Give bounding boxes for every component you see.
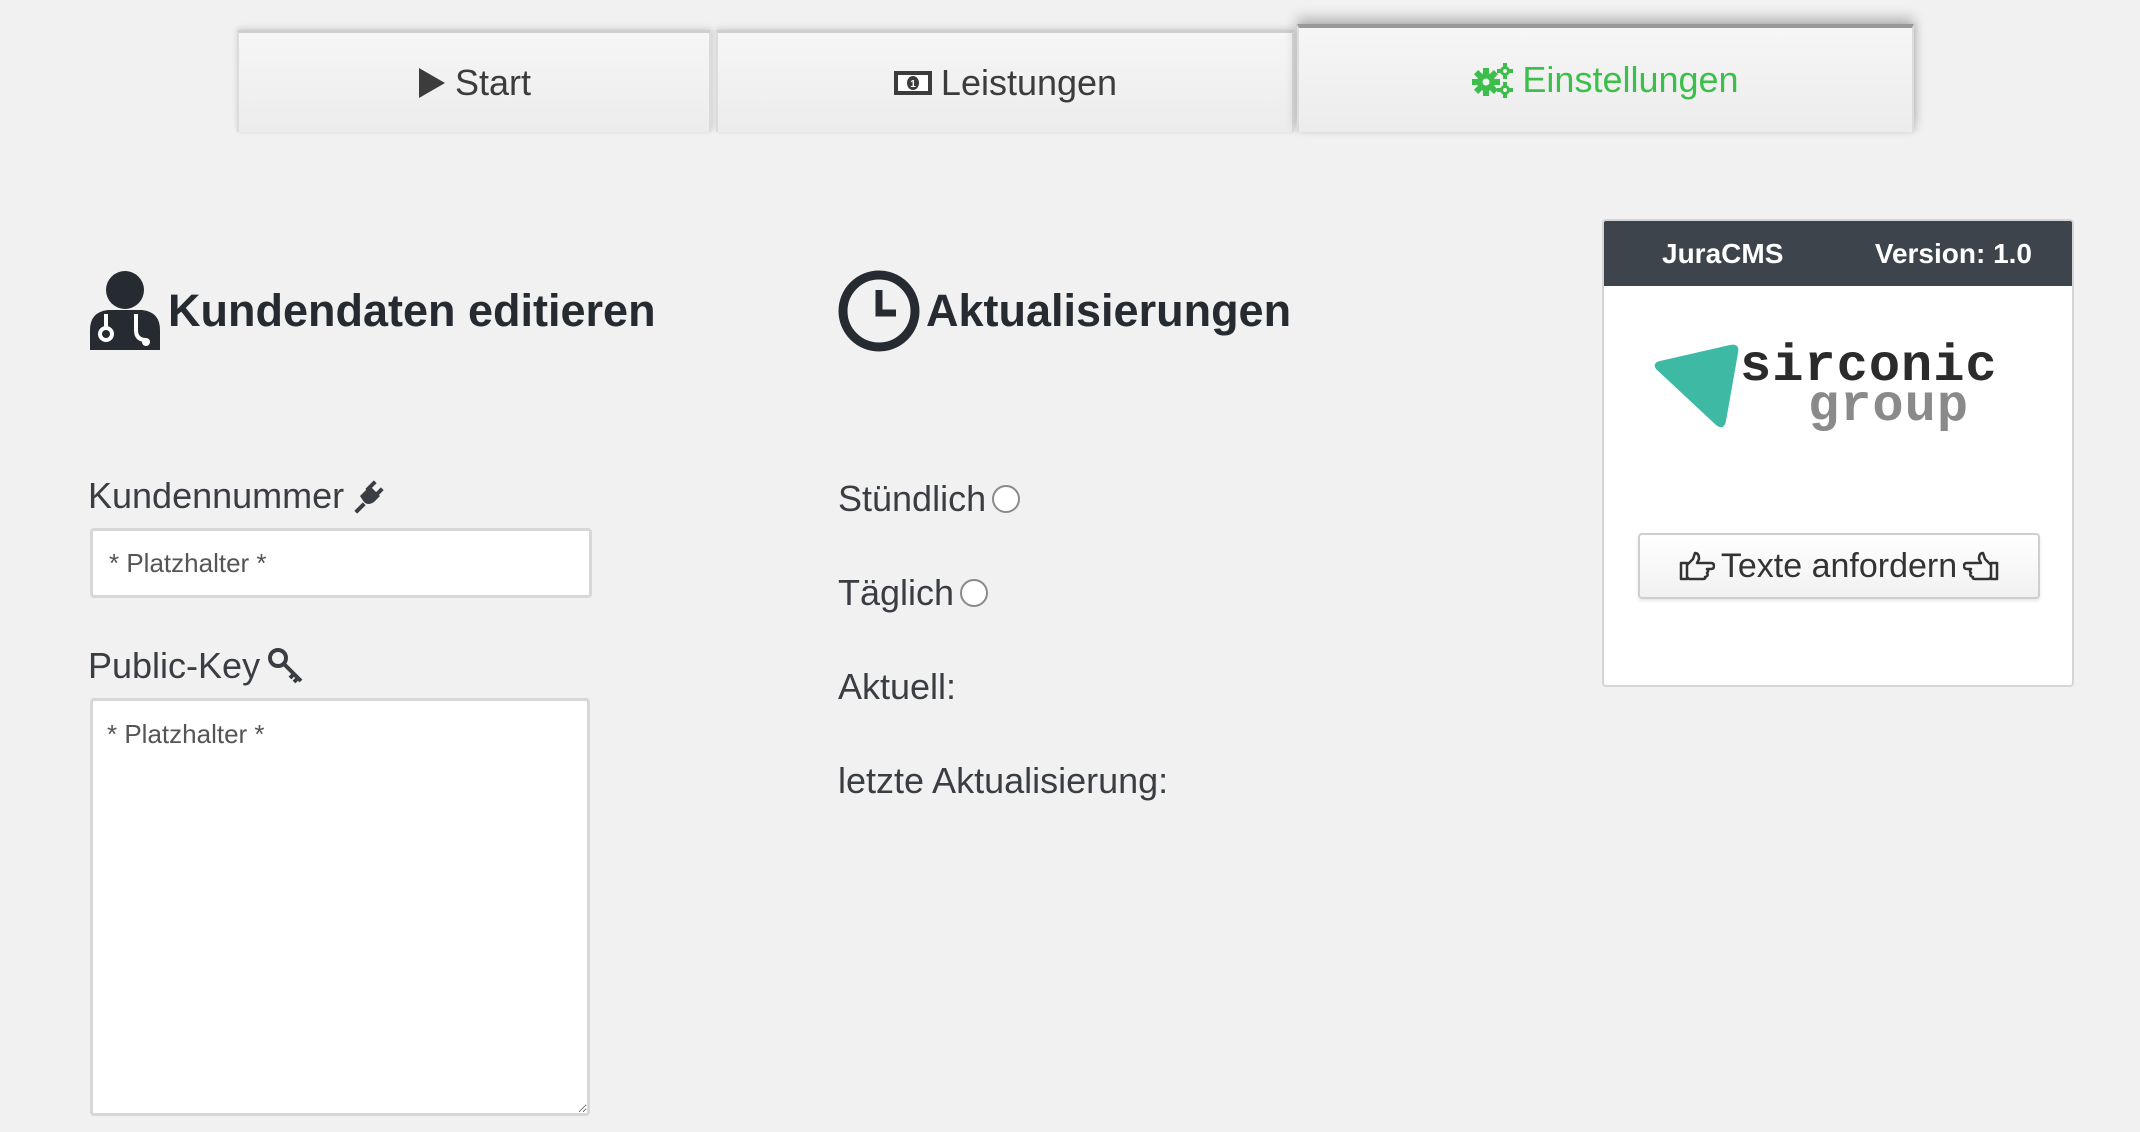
tab-label: Start bbox=[454, 61, 532, 103]
app-name: JuraCMS bbox=[1662, 237, 1784, 269]
panel-header: JuraCMS Version: 1.0 bbox=[1604, 221, 2072, 286]
option-taeglich: Täglich bbox=[838, 572, 989, 614]
user-doctor-icon bbox=[90, 271, 160, 350]
gears-icon bbox=[1472, 63, 1514, 98]
kundennummer-label: Kundennummer bbox=[88, 475, 388, 517]
play-icon bbox=[418, 67, 445, 98]
tab-leistungen[interactable]: 1 Leistungen bbox=[716, 30, 1294, 132]
kundennummer-input[interactable] bbox=[90, 528, 592, 598]
tab-start[interactable]: Start bbox=[237, 30, 711, 132]
letzte-aktualisierung-label: letzte Aktualisierung: bbox=[838, 760, 1169, 801]
money-icon: 1 bbox=[893, 70, 932, 95]
texte-anfordern-button[interactable]: Texte anfordern bbox=[1638, 533, 2040, 599]
kundendaten-title: Kundendaten editieren bbox=[168, 285, 656, 336]
aktualisierungen-heading: Aktualisierungen bbox=[838, 270, 1291, 352]
version-label: Version: 1.0 bbox=[1874, 237, 2032, 269]
kundennummer-label-text: Kundennummer bbox=[88, 475, 345, 516]
hand-point-right-icon bbox=[1679, 551, 1715, 581]
info-panel: JuraCMS Version: 1.0 sirconic group Text… bbox=[1602, 219, 2074, 687]
taeglich-radio[interactable] bbox=[960, 579, 989, 607]
publickey-textarea[interactable] bbox=[90, 698, 590, 1116]
stuendlich-label: Stündlich bbox=[838, 478, 987, 519]
stuendlich-radio[interactable] bbox=[992, 485, 1021, 513]
taeglich-label: Täglich bbox=[838, 572, 955, 613]
logo-word-group: group bbox=[1808, 377, 1970, 436]
logo-triangle-icon bbox=[1654, 344, 1739, 428]
tab-label: Einstellungen bbox=[1522, 59, 1739, 100]
publickey-label: Public-Key bbox=[88, 645, 304, 687]
tab-einstellungen[interactable]: Einstellungen bbox=[1297, 24, 1914, 132]
svg-text:1: 1 bbox=[910, 79, 916, 90]
aktuell-label: Aktuell: bbox=[838, 666, 957, 707]
publickey-label-text: Public-Key bbox=[88, 645, 261, 686]
key-icon bbox=[268, 648, 303, 684]
hand-point-left-icon bbox=[1963, 551, 1999, 581]
kundendaten-heading: Kundendaten editieren bbox=[88, 270, 656, 352]
aktualisierungen-title: Aktualisierungen bbox=[926, 285, 1292, 336]
texte-anfordern-label: Texte anfordern bbox=[1720, 546, 1958, 585]
plug-icon bbox=[354, 480, 384, 514]
settings-page: Start 1 Leistungen Einstellungen Kundend… bbox=[0, 0, 2140, 1132]
sirconic-logo: sirconic group bbox=[1650, 329, 2020, 449]
option-stuendlich: Stündlich bbox=[838, 478, 1021, 520]
clock-icon bbox=[838, 270, 920, 352]
tab-label: Leistungen bbox=[940, 61, 1118, 103]
